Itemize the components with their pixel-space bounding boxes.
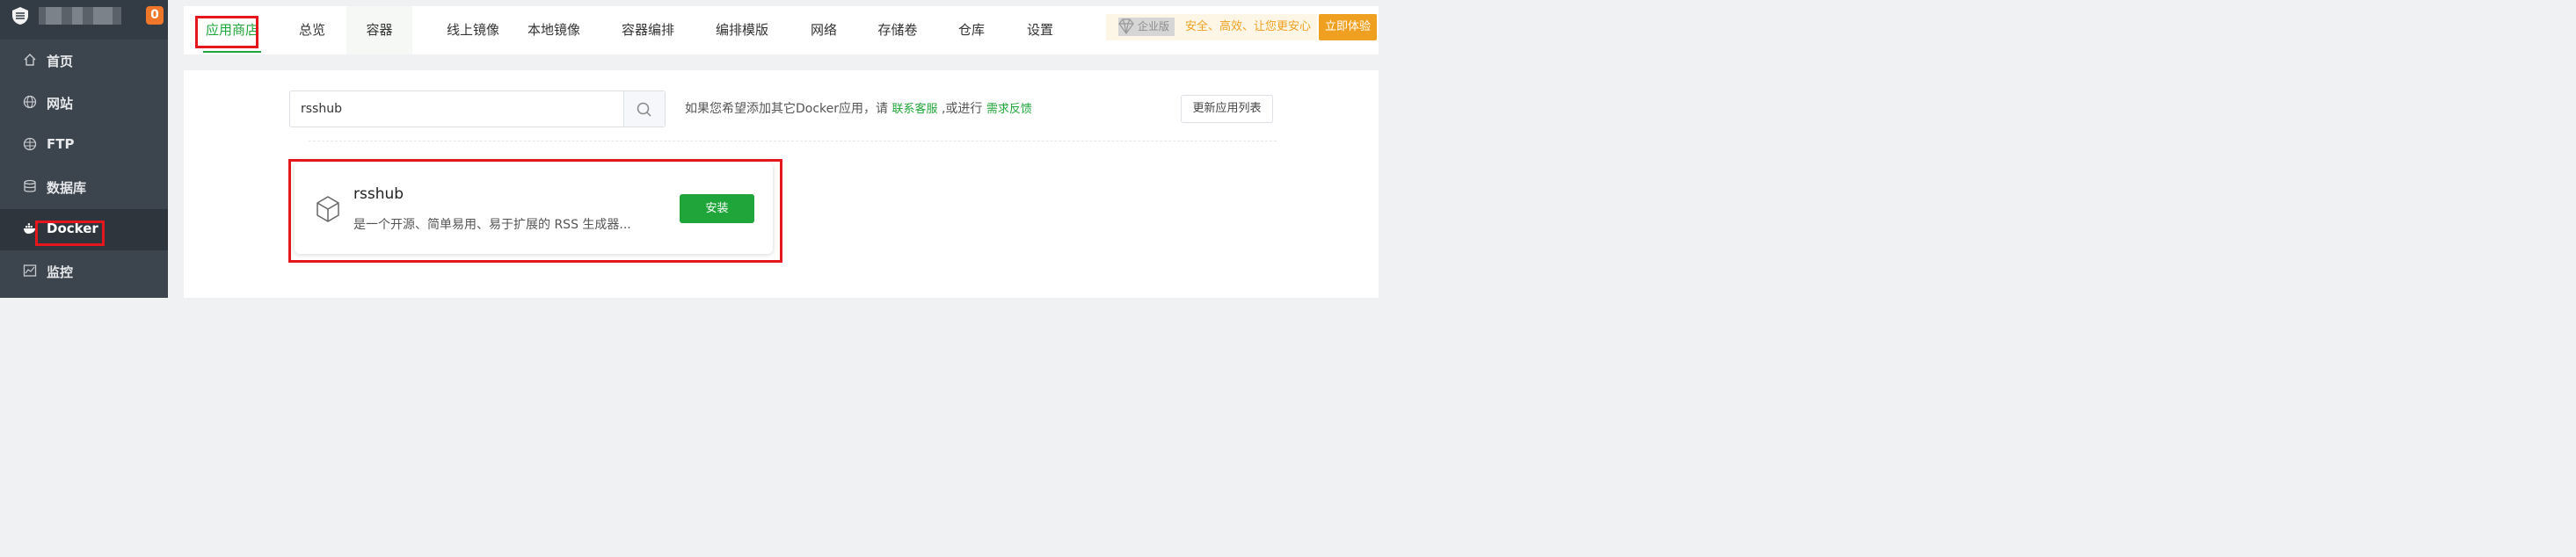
hint-middle-text: ,或进行 [941, 102, 983, 116]
try-now-button[interactable]: 立即体验 [1319, 14, 1377, 40]
tab-label: 线上镜像 [446, 22, 499, 38]
search-button[interactable] [623, 91, 665, 127]
notification-badge[interactable]: 0 [146, 6, 164, 25]
tab-label: 设置 [1026, 22, 1053, 38]
refresh-app-list-button[interactable]: 更新应用列表 [1181, 95, 1273, 123]
sidebar-item-label: FTP [47, 136, 75, 152]
sidebar-item-monitor[interactable]: 监控 [0, 251, 168, 293]
tab-local-images[interactable]: 本地镜像 [516, 6, 592, 54]
tab-network[interactable]: 网络 [799, 6, 848, 54]
hint-text: 如果您希望添加其它Docker应用，请 [685, 102, 889, 116]
sidebar-item-ftp[interactable]: FTP [0, 125, 168, 166]
app-search-box[interactable]: rsshub [289, 90, 666, 127]
tab-settings[interactable]: 设置 [1015, 6, 1065, 54]
logo-icon [12, 7, 28, 25]
add-app-hint: 如果您希望添加其它Docker应用，请 联系客服 ,或进行 需求反馈 [685, 99, 1032, 117]
tab-label: 编排模版 [715, 22, 768, 38]
tab-compose-templates[interactable]: 编排模版 [704, 6, 780, 54]
enterprise-label: 企业版 [1138, 20, 1170, 33]
tab-registry[interactable]: 仓库 [947, 6, 996, 54]
globe-icon [23, 95, 37, 109]
tab-label: 存储卷 [877, 22, 918, 38]
sidebar: 0 首页 网站 FTP 数据库 Docker 监控 [0, 0, 168, 298]
sidebar-item-label: 网站 [47, 96, 74, 112]
sidebar-header: 0 [0, 0, 168, 40]
monitor-icon [23, 264, 37, 277]
tab-label: 容器 [366, 22, 393, 38]
diamond-icon [1118, 18, 1134, 34]
sidebar-item-home[interactable]: 首页 [0, 40, 168, 82]
tab-online-images[interactable]: 线上镜像 [421, 6, 525, 54]
sidebar-item-label: 首页 [47, 54, 74, 69]
tab-label: 总览 [298, 22, 325, 38]
database-icon [24, 179, 36, 192]
tab-containers[interactable]: 容器 [346, 6, 412, 54]
tab-label: 仓库 [957, 22, 985, 38]
docker-highlight-box [35, 221, 105, 246]
home-icon [24, 54, 36, 66]
enterprise-badge: 企业版 [1118, 18, 1175, 36]
sidebar-item-database[interactable]: 数据库 [0, 167, 168, 208]
tab-label: 本地镜像 [527, 22, 580, 38]
ftp-icon [23, 137, 37, 151]
server-name-masked [39, 7, 121, 25]
tab-label: 容器编排 [621, 22, 674, 38]
contact-support-link[interactable]: 联系客服 [891, 103, 937, 116]
sidebar-item-website[interactable]: 网站 [0, 83, 168, 124]
sidebar-item-label: 数据库 [47, 180, 87, 196]
sidebar-item-label: 监控 [47, 264, 74, 280]
tab-compose[interactable]: 容器编排 [610, 6, 686, 54]
app-card-highlight-box [288, 159, 782, 263]
tab-label: 网络 [810, 22, 837, 38]
active-tab-underline [203, 51, 261, 53]
search-icon [637, 102, 651, 117]
feedback-link[interactable]: 需求反馈 [986, 103, 1032, 116]
tab-overview[interactable]: 总览 [278, 6, 346, 54]
app-store-highlight-box [195, 16, 258, 48]
enterprise-promo: 企业版 安全、高效、让您更安心 [1106, 14, 1317, 40]
search-input[interactable]: rsshub [301, 91, 342, 127]
tab-volumes[interactable]: 存储卷 [870, 6, 926, 54]
promo-slogan: 安全、高效、让您更安心 [1185, 20, 1312, 33]
